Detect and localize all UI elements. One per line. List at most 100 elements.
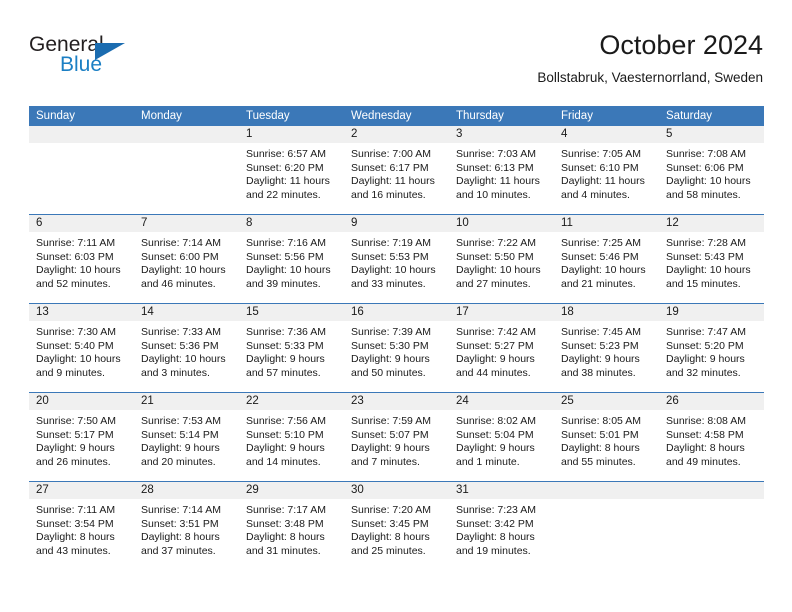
calendar-week-row: 20 Sunrise: 7:50 AM Sunset: 5:17 PM Dayligh…	[29, 392, 764, 482]
calendar-day-cell[interactable]: 19 Sunrise: 7:47 AM Sunset: 5:20 PM Dayligh…	[659, 303, 764, 393]
sunrise-text: Sunrise: 7:50 AM	[36, 415, 116, 427]
calendar-day-cell[interactable]: 24 Sunrise: 8:02 AM Sunset: 5:04 PM Dayligh…	[449, 392, 554, 482]
sunset-text: Sunset: 5:50 PM	[456, 250, 534, 263]
day-number: 29	[239, 482, 344, 499]
calendar-day-cell[interactable]: 30 Sunrise: 7:20 AM Sunset: 3:45 PM Dayligh…	[344, 481, 449, 570]
calendar-day-cell[interactable]: 28 Sunrise: 7:14 AM Sunset: 3:51 PM Dayligh…	[134, 481, 239, 570]
day-number: 27	[29, 482, 134, 499]
calendar-day-cell[interactable]: 3 Sunrise: 7:03 AM Sunset: 6:13 PM Daylight…	[449, 126, 554, 215]
sunset-text: Sunset: 5:36 PM	[141, 339, 219, 352]
sunrise-text: Sunrise: 8:02 AM	[456, 415, 536, 427]
daylight-text: Daylight: 10 hours and 58 minutes.	[666, 175, 751, 201]
calendar-day-cell[interactable]: 10 Sunrise: 7:22 AM Sunset: 5:50 PM Dayligh…	[449, 214, 554, 304]
calendar-day-cell[interactable]: 20 Sunrise: 7:50 AM Sunset: 5:17 PM Dayligh…	[29, 392, 134, 482]
sunset-text: Sunset: 5:40 PM	[36, 339, 114, 352]
sunset-text: Sunset: 5:53 PM	[351, 250, 429, 263]
calendar-day-cell[interactable]: 31 Sunrise: 7:23 AM Sunset: 3:42 PM Dayligh…	[449, 481, 554, 570]
calendar-day-cell[interactable]: 21 Sunrise: 7:53 AM Sunset: 5:14 PM Dayligh…	[134, 392, 239, 482]
day-details: Sunrise: 7:14 AM Sunset: 6:00 PM Daylight:…	[134, 232, 239, 291]
day-number: 19	[659, 304, 764, 321]
daylight-text: Daylight: 10 hours and 52 minutes.	[36, 264, 121, 290]
daylight-text: Daylight: 9 hours and 50 minutes.	[351, 353, 430, 379]
sunset-text: Sunset: 6:13 PM	[456, 161, 534, 174]
day-details: Sunrise: 7:50 AM Sunset: 5:17 PM Daylight:…	[29, 410, 134, 469]
calendar-day-cell[interactable]: 1 Sunrise: 6:57 AM Sunset: 6:20 PM Daylight…	[239, 126, 344, 215]
day-details: Sunrise: 7:20 AM Sunset: 3:45 PM Daylight:…	[344, 499, 449, 558]
page-title: October 2024	[599, 30, 763, 60]
calendar-day-cell[interactable]: 14 Sunrise: 7:33 AM Sunset: 5:36 PM Dayligh…	[134, 303, 239, 393]
day-details: Sunrise: 7:00 AM Sunset: 6:17 PM Daylight:…	[344, 143, 449, 202]
sunrise-text: Sunrise: 7:20 AM	[351, 504, 431, 516]
sunset-text: Sunset: 6:20 PM	[246, 161, 324, 174]
calendar-week-row: 1 Sunrise: 6:57 AM Sunset: 6:20 PM Daylight…	[29, 126, 764, 215]
day-number: 15	[239, 304, 344, 321]
sunrise-text: Sunrise: 7:47 AM	[666, 326, 746, 338]
calendar-day-cell[interactable]: 25 Sunrise: 8:05 AM Sunset: 5:01 PM Dayligh…	[554, 392, 659, 482]
calendar-day-cell[interactable]: 13 Sunrise: 7:30 AM Sunset: 5:40 PM Dayligh…	[29, 303, 134, 393]
day-number: 1	[239, 126, 344, 143]
sunset-text: Sunset: 5:30 PM	[351, 339, 429, 352]
calendar-day-cell[interactable]: 9 Sunrise: 7:19 AM Sunset: 5:53 PM Daylight…	[344, 214, 449, 304]
calendar-day-cell[interactable]: 29 Sunrise: 7:17 AM Sunset: 3:48 PM Dayligh…	[239, 481, 344, 570]
daylight-text: Daylight: 9 hours and 57 minutes.	[246, 353, 325, 379]
day-number: 23	[344, 393, 449, 410]
day-number: 2	[344, 126, 449, 143]
day-details: Sunrise: 6:57 AM Sunset: 6:20 PM Daylight:…	[239, 143, 344, 202]
sunrise-text: Sunrise: 7:08 AM	[666, 148, 746, 160]
day-number: 26	[659, 393, 764, 410]
brand-logo[interactable]: General Blue	[29, 34, 209, 88]
brand-name-bottom: Blue	[60, 53, 103, 76]
day-details: Sunrise: 8:02 AM Sunset: 5:04 PM Daylight:…	[449, 410, 554, 469]
daylight-text: Daylight: 10 hours and 9 minutes.	[36, 353, 121, 379]
day-number: 25	[554, 393, 659, 410]
sunrise-text: Sunrise: 7:11 AM	[36, 504, 116, 516]
daylight-text: Daylight: 10 hours and 27 minutes.	[456, 264, 541, 290]
weekday-header-thursday: Thursday	[449, 106, 554, 126]
sunrise-text: Sunrise: 7:14 AM	[141, 237, 221, 249]
calendar-day-cell[interactable]: 2 Sunrise: 7:00 AM Sunset: 6:17 PM Daylight…	[344, 126, 449, 215]
day-details: Sunrise: 7:05 AM Sunset: 6:10 PM Daylight:…	[554, 143, 659, 202]
daylight-text: Daylight: 9 hours and 14 minutes.	[246, 442, 325, 468]
calendar-day-cell[interactable]: 26 Sunrise: 8:08 AM Sunset: 4:58 PM Dayligh…	[659, 392, 764, 482]
day-details: Sunrise: 7:39 AM Sunset: 5:30 PM Daylight:…	[344, 321, 449, 380]
daylight-text: Daylight: 11 hours and 4 minutes.	[561, 175, 645, 201]
daylight-text: Daylight: 9 hours and 1 minute.	[456, 442, 535, 468]
calendar-page: General Blue October 2024 Bollstabruk, V…	[0, 0, 792, 612]
calendar-day-cell[interactable]: 11 Sunrise: 7:25 AM Sunset: 5:46 PM Dayligh…	[554, 214, 659, 304]
day-number: 14	[134, 304, 239, 321]
sunrise-text: Sunrise: 7:33 AM	[141, 326, 221, 338]
calendar-day-cell[interactable]: 23 Sunrise: 7:59 AM Sunset: 5:07 PM Dayligh…	[344, 392, 449, 482]
calendar-day-cell[interactable]: 7 Sunrise: 7:14 AM Sunset: 6:00 PM Daylight…	[134, 214, 239, 304]
calendar-day-cell[interactable]: 8 Sunrise: 7:16 AM Sunset: 5:56 PM Daylight…	[239, 214, 344, 304]
sunset-text: Sunset: 5:17 PM	[36, 428, 114, 441]
daylight-text: Daylight: 8 hours and 43 minutes.	[36, 531, 115, 557]
sunset-text: Sunset: 5:56 PM	[246, 250, 324, 263]
calendar-day-cell[interactable]: 4 Sunrise: 7:05 AM Sunset: 6:10 PM Daylight…	[554, 126, 659, 215]
day-details: Sunrise: 7:47 AM Sunset: 5:20 PM Daylight:…	[659, 321, 764, 380]
page-header: General Blue October 2024 Bollstabruk, V…	[29, 28, 763, 98]
calendar-day-cell[interactable]: 15 Sunrise: 7:36 AM Sunset: 5:33 PM Dayligh…	[239, 303, 344, 393]
day-number: 7	[134, 215, 239, 232]
calendar-day-cell[interactable]: 17 Sunrise: 7:42 AM Sunset: 5:27 PM Dayligh…	[449, 303, 554, 393]
daylight-text: Daylight: 11 hours and 22 minutes.	[246, 175, 330, 201]
sunset-text: Sunset: 5:01 PM	[561, 428, 639, 441]
calendar-day-cell[interactable]: 6 Sunrise: 7:11 AM Sunset: 6:03 PM Daylight…	[29, 214, 134, 304]
calendar-day-cell[interactable]: 5 Sunrise: 7:08 AM Sunset: 6:06 PM Daylight…	[659, 126, 764, 215]
sunset-text: Sunset: 5:07 PM	[351, 428, 429, 441]
sunrise-text: Sunrise: 7:53 AM	[141, 415, 221, 427]
calendar-day-cell[interactable]: 22 Sunrise: 7:56 AM Sunset: 5:10 PM Dayligh…	[239, 392, 344, 482]
sunset-text: Sunset: 5:33 PM	[246, 339, 324, 352]
day-details: Sunrise: 7:53 AM Sunset: 5:14 PM Daylight:…	[134, 410, 239, 469]
weekday-header-saturday: Saturday	[659, 106, 764, 126]
day-number: 13	[29, 304, 134, 321]
calendar-day-cell[interactable]: 18 Sunrise: 7:45 AM Sunset: 5:23 PM Dayligh…	[554, 303, 659, 393]
calendar-day-cell[interactable]: 16 Sunrise: 7:39 AM Sunset: 5:30 PM Dayligh…	[344, 303, 449, 393]
calendar-day-cell[interactable]: 27 Sunrise: 7:11 AM Sunset: 3:54 PM Dayligh…	[29, 481, 134, 570]
day-details: Sunrise: 7:14 AM Sunset: 3:51 PM Daylight:…	[134, 499, 239, 558]
day-details: Sunrise: 7:28 AM Sunset: 5:43 PM Daylight:…	[659, 232, 764, 291]
day-details: Sunrise: 7:23 AM Sunset: 3:42 PM Daylight:…	[449, 499, 554, 558]
day-details: Sunrise: 7:59 AM Sunset: 5:07 PM Daylight:…	[344, 410, 449, 469]
calendar-day-cell[interactable]: 12 Sunrise: 7:28 AM Sunset: 5:43 PM Dayligh…	[659, 214, 764, 304]
calendar-week-row: 6 Sunrise: 7:11 AM Sunset: 6:03 PM Daylight…	[29, 214, 764, 304]
calendar-week-row: 27 Sunrise: 7:11 AM Sunset: 3:54 PM Dayligh…	[29, 481, 764, 570]
